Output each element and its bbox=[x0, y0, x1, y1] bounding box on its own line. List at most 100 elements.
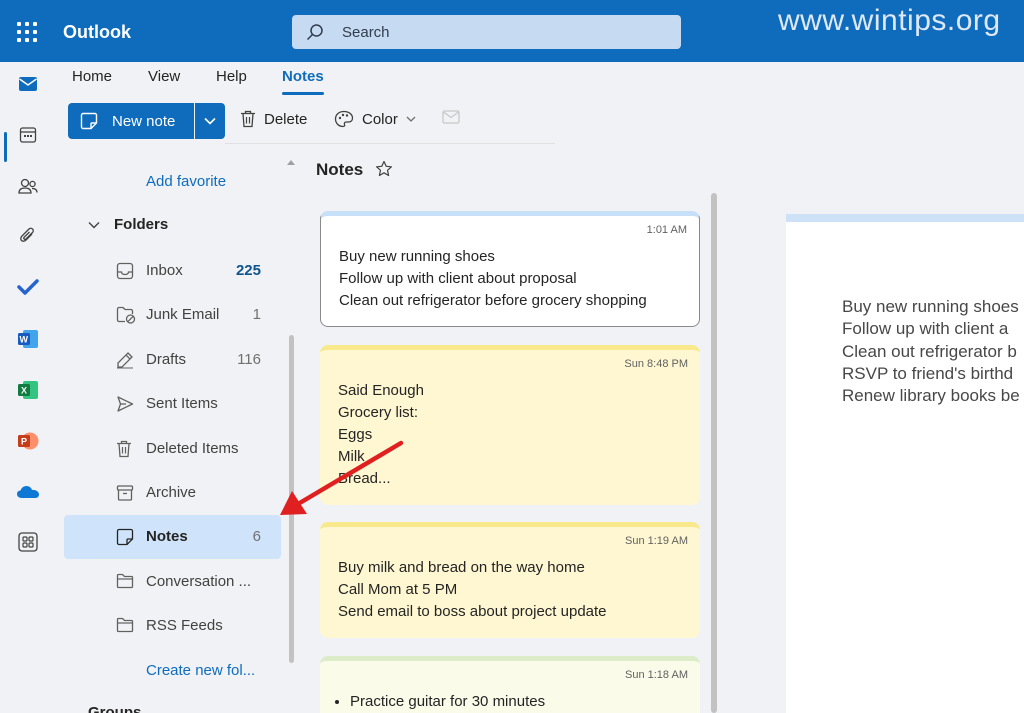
delete-label: Delete bbox=[264, 110, 308, 128]
note-timestamp: Sun 8:48 PM bbox=[624, 358, 688, 370]
folder-name: Archive bbox=[146, 484, 197, 501]
item-count: 6 bbox=[252, 528, 261, 545]
note-body: Buy milk and bread on the way home Call … bbox=[338, 557, 607, 623]
todo-icon[interactable] bbox=[14, 273, 42, 301]
ribbon-divider bbox=[225, 143, 555, 144]
folder-name: Inbox bbox=[146, 262, 183, 279]
create-new-folder-link[interactable]: Create new fol... bbox=[146, 662, 255, 679]
folder-name: Conversation ... bbox=[146, 573, 252, 590]
attachment-icon[interactable] bbox=[14, 223, 42, 251]
folder-sent-items[interactable]: Sent Items bbox=[64, 382, 281, 426]
unread-count: 225 bbox=[235, 262, 261, 279]
note-icon bbox=[116, 528, 134, 546]
search-input[interactable]: Search bbox=[342, 24, 390, 41]
note-editor[interactable]: Buy new running shoes Follow up with cli… bbox=[842, 296, 1020, 407]
app-name[interactable]: Outlook bbox=[63, 22, 131, 43]
junk-folder-icon bbox=[116, 306, 136, 324]
app-launcher-icon[interactable] bbox=[17, 22, 37, 42]
tab-view[interactable]: View bbox=[148, 68, 180, 85]
folder-icon bbox=[116, 617, 134, 633]
folder-name: Junk Email bbox=[146, 306, 220, 323]
folder-inbox[interactable]: Inbox 225 bbox=[64, 249, 281, 293]
scroll-up-icon[interactable] bbox=[287, 160, 295, 165]
folder-archive[interactable]: Archive bbox=[64, 471, 281, 515]
folder-name: Drafts bbox=[146, 351, 187, 368]
note-line: Buy milk and bread on the way home bbox=[338, 559, 585, 576]
notes-list-title: Notes bbox=[316, 160, 364, 179]
excel-icon[interactable]: X bbox=[14, 376, 42, 404]
item-count: 116 bbox=[237, 351, 261, 368]
powerpoint-icon[interactable]: P bbox=[14, 427, 42, 455]
note-body: Buy new running shoes Follow up with cli… bbox=[339, 246, 647, 312]
note-card[interactable]: Sun 1:18 AM Practice guitar for 30 minut… bbox=[320, 656, 700, 713]
apps-icon[interactable] bbox=[14, 528, 42, 556]
svg-text:X: X bbox=[21, 386, 27, 396]
folder-notes[interactable]: Notes 6 bbox=[64, 515, 281, 559]
drafts-icon bbox=[117, 352, 133, 369]
trash-icon bbox=[241, 110, 255, 128]
calendar-icon[interactable] bbox=[14, 121, 42, 149]
note-card[interactable]: Sun 1:19 AM Buy milk and bread on the wa… bbox=[320, 522, 700, 638]
app-rail: W X P bbox=[0, 62, 56, 713]
note-timestamp: 1:01 AM bbox=[646, 224, 687, 236]
people-icon[interactable] bbox=[14, 172, 42, 200]
word-icon[interactable]: W bbox=[14, 325, 42, 353]
chevron-down-icon bbox=[204, 117, 216, 125]
folder-name: Notes bbox=[146, 528, 188, 545]
editor-line: RSVP to friend's birthd bbox=[842, 363, 1014, 383]
note-timestamp: Sun 1:19 AM bbox=[625, 535, 688, 547]
folder-rss-feeds[interactable]: RSS Feeds bbox=[64, 604, 281, 648]
color-label: Color bbox=[362, 110, 398, 128]
color-button[interactable]: Color bbox=[334, 110, 416, 128]
editor-line: Buy new running shoes bbox=[842, 297, 1019, 316]
svg-text:W: W bbox=[20, 335, 29, 345]
tab-notes[interactable]: Notes bbox=[282, 68, 324, 85]
note-line: Buy new running shoes bbox=[339, 248, 495, 265]
note-body: Practice guitar for 30 minutes bbox=[350, 691, 545, 713]
new-note-label: New note bbox=[112, 113, 176, 130]
editor-line: Renew library books be bbox=[842, 386, 1020, 406]
notes-list-scrollbar[interactable] bbox=[711, 193, 717, 713]
folder-junk-email[interactable]: Junk Email 1 bbox=[64, 293, 281, 337]
new-note-icon bbox=[80, 112, 98, 130]
new-note-button[interactable]: New note bbox=[68, 103, 194, 139]
inbox-icon bbox=[116, 262, 134, 280]
svg-text:P: P bbox=[21, 437, 27, 447]
folder-conversation-history[interactable]: Conversation ... bbox=[64, 560, 281, 604]
folder-drafts[interactable]: Drafts 116 bbox=[64, 338, 281, 382]
mail-icon[interactable] bbox=[14, 70, 42, 98]
email-note-button[interactable] bbox=[442, 110, 460, 124]
folder-deleted-items[interactable]: Deleted Items bbox=[64, 427, 281, 471]
note-line: Call Mom at 5 PM bbox=[338, 581, 458, 598]
editor-line: Follow up with client a bbox=[842, 319, 1009, 339]
folder-name: RSS Feeds bbox=[146, 617, 223, 634]
folder-icon bbox=[116, 573, 134, 589]
folders-header[interactable]: Folders bbox=[88, 216, 168, 233]
active-tab-indicator bbox=[282, 92, 324, 95]
search-box[interactable]: Search bbox=[292, 15, 681, 49]
send-icon bbox=[117, 396, 134, 412]
top-bar: Outlook Search www.wintips.org bbox=[0, 0, 1024, 62]
search-icon bbox=[306, 24, 323, 41]
tab-home[interactable]: Home bbox=[72, 68, 112, 85]
item-count: 1 bbox=[252, 306, 261, 323]
groups-header[interactable]: Groups bbox=[88, 704, 141, 713]
note-line: Said Enough bbox=[338, 382, 424, 399]
palette-icon bbox=[334, 110, 354, 128]
star-icon[interactable] bbox=[375, 160, 393, 178]
note-line: Grocery list: bbox=[338, 404, 419, 421]
tab-help[interactable]: Help bbox=[216, 68, 247, 85]
annotation-arrow bbox=[280, 440, 404, 515]
note-card[interactable]: 1:01 AM Buy new running shoes Follow up … bbox=[320, 211, 700, 327]
delete-button[interactable]: Delete bbox=[240, 110, 307, 128]
new-note-dropdown[interactable] bbox=[195, 103, 225, 139]
trash-icon bbox=[117, 440, 131, 458]
reading-pane bbox=[786, 214, 1024, 713]
onedrive-icon[interactable] bbox=[14, 478, 42, 506]
watermark: www.wintips.org bbox=[778, 4, 1001, 37]
note-line: Send email to boss about project update bbox=[338, 603, 607, 620]
add-favorite-link[interactable]: Add favorite bbox=[146, 173, 226, 190]
chevron-down-icon bbox=[88, 221, 100, 228]
note-line: Follow up with client about proposal bbox=[339, 270, 577, 287]
folders-header-label: Folders bbox=[114, 216, 169, 233]
